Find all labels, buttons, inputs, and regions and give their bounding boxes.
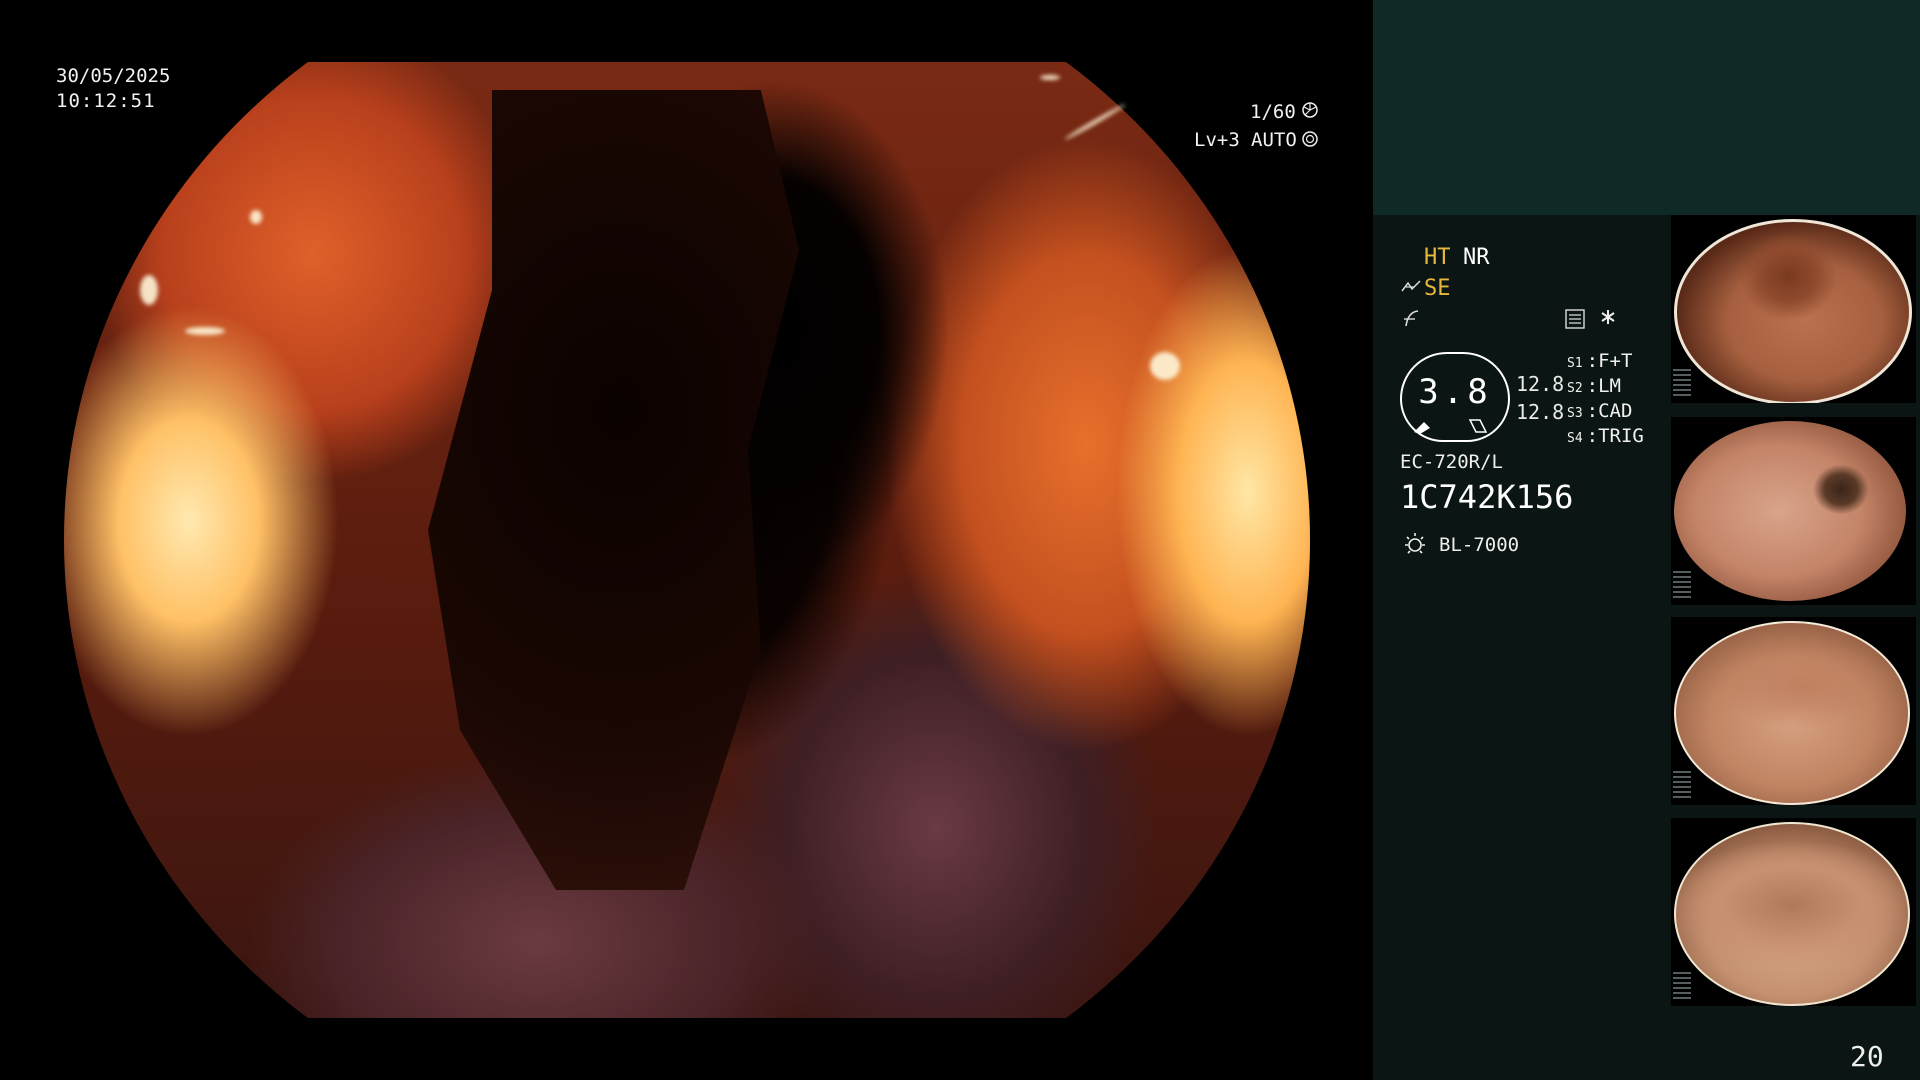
star-icon [1599,308,1617,326]
light-source-model: BL-7000 [1439,534,1520,556]
specular-highlight [1040,75,1060,80]
setting-s2: S2:LM [1567,375,1621,397]
setting-s4: S4:TRIG [1567,425,1644,447]
panel-header-area [1373,0,1920,215]
gauge-value: 3.8 [1418,372,1492,412]
se-indicator: SE [1424,276,1451,301]
setting-s1: S1:F+T [1567,350,1633,372]
gauge-right-marker [1466,418,1488,434]
captured-thumbnail[interactable] [1671,215,1916,403]
structure-icon [1402,308,1420,328]
captured-thumbnail[interactable] [1671,818,1916,1006]
setting-s3: S3:CAD [1567,400,1633,422]
scope-serial: 1C742K156 [1400,478,1574,516]
auto-iris-icon [1302,131,1318,147]
shutter-speed: 1/60 [1250,101,1296,123]
side-value-2: 12.8 [1516,400,1565,424]
specular-highlight [140,275,158,305]
specular-highlight [1150,352,1180,380]
specular-highlight [185,327,225,335]
captured-thumbnail[interactable] [1671,417,1916,605]
captured-thumbnail[interactable] [1671,617,1916,805]
nr-indicator: NR [1463,245,1490,270]
scope-model: EC-720R/L [1400,451,1503,473]
iris-mode: AUTO [1251,129,1297,151]
ht-indicator: HT [1424,245,1451,270]
light-source-icon [1402,531,1428,557]
shutter-icon [1302,102,1318,118]
gauge-left-marker [1412,418,1434,434]
brightness-level: Lv+3 [1194,129,1240,151]
enhance-icon [1400,277,1422,297]
list-icon [1565,309,1585,329]
page-number: 20 [1850,1040,1884,1073]
specular-highlight [250,210,262,224]
capture-time: 10:12:51 [56,90,156,112]
side-value-1: 12.8 [1516,372,1565,396]
capture-date: 30/05/2025 [56,65,171,87]
